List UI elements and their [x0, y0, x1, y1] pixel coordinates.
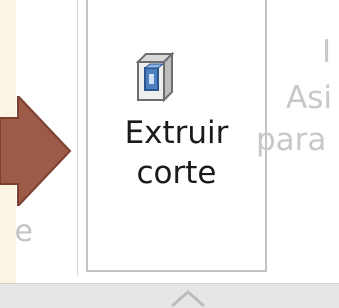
disabled-command-line2: Asi [286, 80, 332, 116]
extrude-cut-icon [136, 52, 175, 103]
group-separator [77, 0, 78, 276]
extrude-cut-button[interactable]: Extruir corte [86, 0, 267, 272]
extrude-cut-label-line2: corte [136, 155, 217, 191]
disabled-command-line1: I [322, 34, 332, 70]
extrude-cut-label: Extruir corte [88, 113, 265, 193]
chevron-up-icon[interactable] [168, 284, 208, 308]
disabled-command-line3: para [256, 122, 327, 158]
previous-group-label: ce [16, 214, 33, 249]
extrude-cut-label-line1: Extruir [124, 115, 229, 151]
pointer-arrow-icon [0, 96, 72, 206]
disabled-adjacent-command: I Asi para [256, 32, 339, 212]
